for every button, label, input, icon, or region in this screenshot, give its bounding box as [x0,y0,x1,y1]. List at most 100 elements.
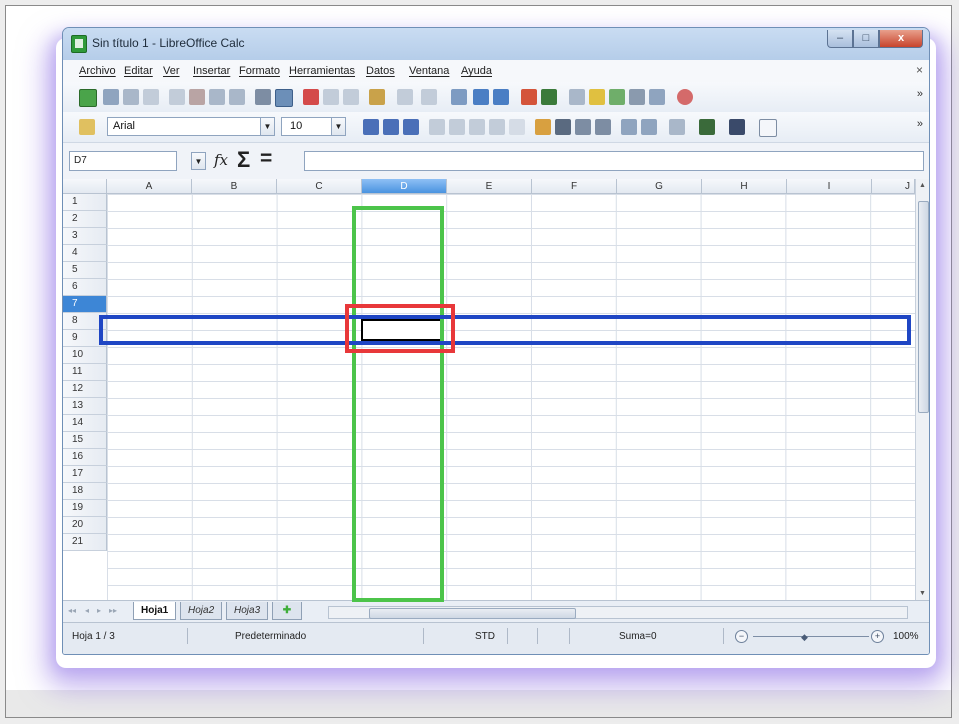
sort-ascending-icon[interactable] [473,89,489,105]
formatting-overflow-icon[interactable]: » [917,118,923,130]
percent-icon[interactable] [555,119,571,135]
menu-ayuda[interactable]: Ayuda [461,65,492,77]
row-header-2[interactable]: 2 [63,211,107,228]
sheet-tab-hoja1[interactable]: Hoja1 [133,602,177,620]
formula-icon[interactable]: = [260,147,272,171]
row-header-15[interactable]: 15 [63,432,107,449]
copy-icon[interactable] [323,89,339,105]
sidebar-toggle-icon[interactable] [759,119,777,137]
menu-ventana[interactable]: Ventana [409,65,449,77]
horizontal-scrollbar[interactable] [328,606,908,619]
find-icon[interactable] [589,89,605,105]
add-decimal-icon[interactable] [595,119,611,135]
column-header-i[interactable]: I [787,179,872,194]
sum-icon[interactable]: Σ [237,147,250,173]
name-box[interactable]: D7 [69,151,177,171]
align-center-icon[interactable] [449,119,465,135]
decrease-indent-icon[interactable] [621,119,637,135]
menu-formato[interactable]: Formato [239,65,280,77]
name-box-dropdown-icon[interactable]: ▼ [191,152,206,170]
open-icon[interactable] [103,89,119,105]
select-all-corner[interactable] [63,179,107,194]
cell-area[interactable] [107,194,915,600]
close-document-icon[interactable]: × [916,63,923,77]
menu-ver[interactable]: Ver [163,65,180,77]
bold-icon[interactable] [363,119,379,135]
gallery-icon[interactable] [629,89,645,105]
email-icon[interactable] [143,89,159,105]
currency-icon[interactable] [535,119,551,135]
print-icon[interactable] [209,89,225,105]
hyperlink-icon[interactable] [451,89,467,105]
toolbar-overflow-icon[interactable]: » [917,88,923,100]
column-header-g[interactable]: G [617,179,702,194]
column-header-c[interactable]: C [277,179,362,194]
row-header-13[interactable]: 13 [63,398,107,415]
sheet-tab-hoja2[interactable]: Hoja2 [180,602,223,620]
vertical-scrollbar[interactable]: ▲ ▼ [915,179,929,600]
menu-insertar[interactable]: Insertar [193,65,230,77]
row-header-18[interactable]: 18 [63,483,107,500]
next-sheet-icon[interactable]: ▸ [97,606,101,615]
row-header-16[interactable]: 16 [63,449,107,466]
previous-sheet-icon[interactable]: ◂ [85,606,89,615]
row-header-1[interactable]: 1 [63,194,107,211]
align-left-icon[interactable] [429,119,445,135]
justify-icon[interactable] [489,119,505,135]
page-style[interactable]: Predeterminado [235,631,306,642]
row-header-12[interactable]: 12 [63,381,107,398]
scroll-up-icon[interactable]: ▲ [919,182,926,189]
sheet-tab-hoja3[interactable]: Hoja3 [226,602,269,620]
column-header-h[interactable]: H [702,179,787,194]
merge-cells-icon[interactable] [509,119,525,135]
row-header-17[interactable]: 17 [63,466,107,483]
column-header-d[interactable]: D [362,179,447,194]
menu-datos[interactable]: Datos [366,65,395,77]
undo-icon[interactable] [397,89,413,105]
new-document-icon[interactable] [79,89,97,107]
autospellcheck-icon[interactable] [275,89,293,107]
export-pdf-icon[interactable] [189,89,205,105]
column-header-a[interactable]: A [107,179,192,194]
zoom-in-icon[interactable]: + [871,630,884,643]
scroll-down-icon[interactable]: ▼ [919,590,926,597]
zoom-slider[interactable] [753,636,869,637]
row-header-6[interactable]: 6 [63,279,107,296]
zoom-level[interactable]: 100% [893,631,919,642]
row-header-5[interactable]: 5 [63,262,107,279]
font-name-box[interactable]: Arial [107,117,273,136]
italic-icon[interactable] [383,119,399,135]
row-header-7[interactable]: 7 [63,296,107,313]
font-size-box[interactable]: 10 [281,117,333,136]
column-header-e[interactable]: E [447,179,532,194]
maximize-button[interactable]: □ [853,30,879,48]
menu-editar[interactable]: Editar [124,65,153,77]
increase-indent-icon[interactable] [641,119,657,135]
row-header-3[interactable]: 3 [63,228,107,245]
add-sheet-icon[interactable]: ✚ [272,602,302,620]
underline-icon[interactable] [403,119,419,135]
function-wizard-icon[interactable]: fx [214,151,228,169]
borders-icon[interactable] [669,119,685,135]
column-header-f[interactable]: F [532,179,617,194]
column-header-j[interactable]: J [872,179,915,194]
sort-descending-icon[interactable] [493,89,509,105]
cut-icon[interactable] [303,89,319,105]
spellcheck-icon[interactable] [255,89,271,105]
row-header-19[interactable]: 19 [63,500,107,517]
pivot-table-icon[interactable] [541,89,557,105]
formula-input[interactable] [304,151,924,171]
chart-icon[interactable] [521,89,537,105]
help-icon[interactable] [677,89,693,105]
close-button[interactable]: x [879,30,923,48]
edit-file-icon[interactable] [169,89,185,105]
row-header-11[interactable]: 11 [63,364,107,381]
clone-format-icon[interactable] [369,89,385,105]
print-preview-icon[interactable] [229,89,245,105]
navigator-icon[interactable] [609,89,625,105]
background-color-icon[interactable] [699,119,715,135]
vertical-scroll-thumb[interactable] [918,201,929,413]
number-format-icon[interactable] [575,119,591,135]
minimize-button[interactable]: – [827,30,853,48]
font-name-dropdown-icon[interactable]: ▼ [260,117,275,136]
